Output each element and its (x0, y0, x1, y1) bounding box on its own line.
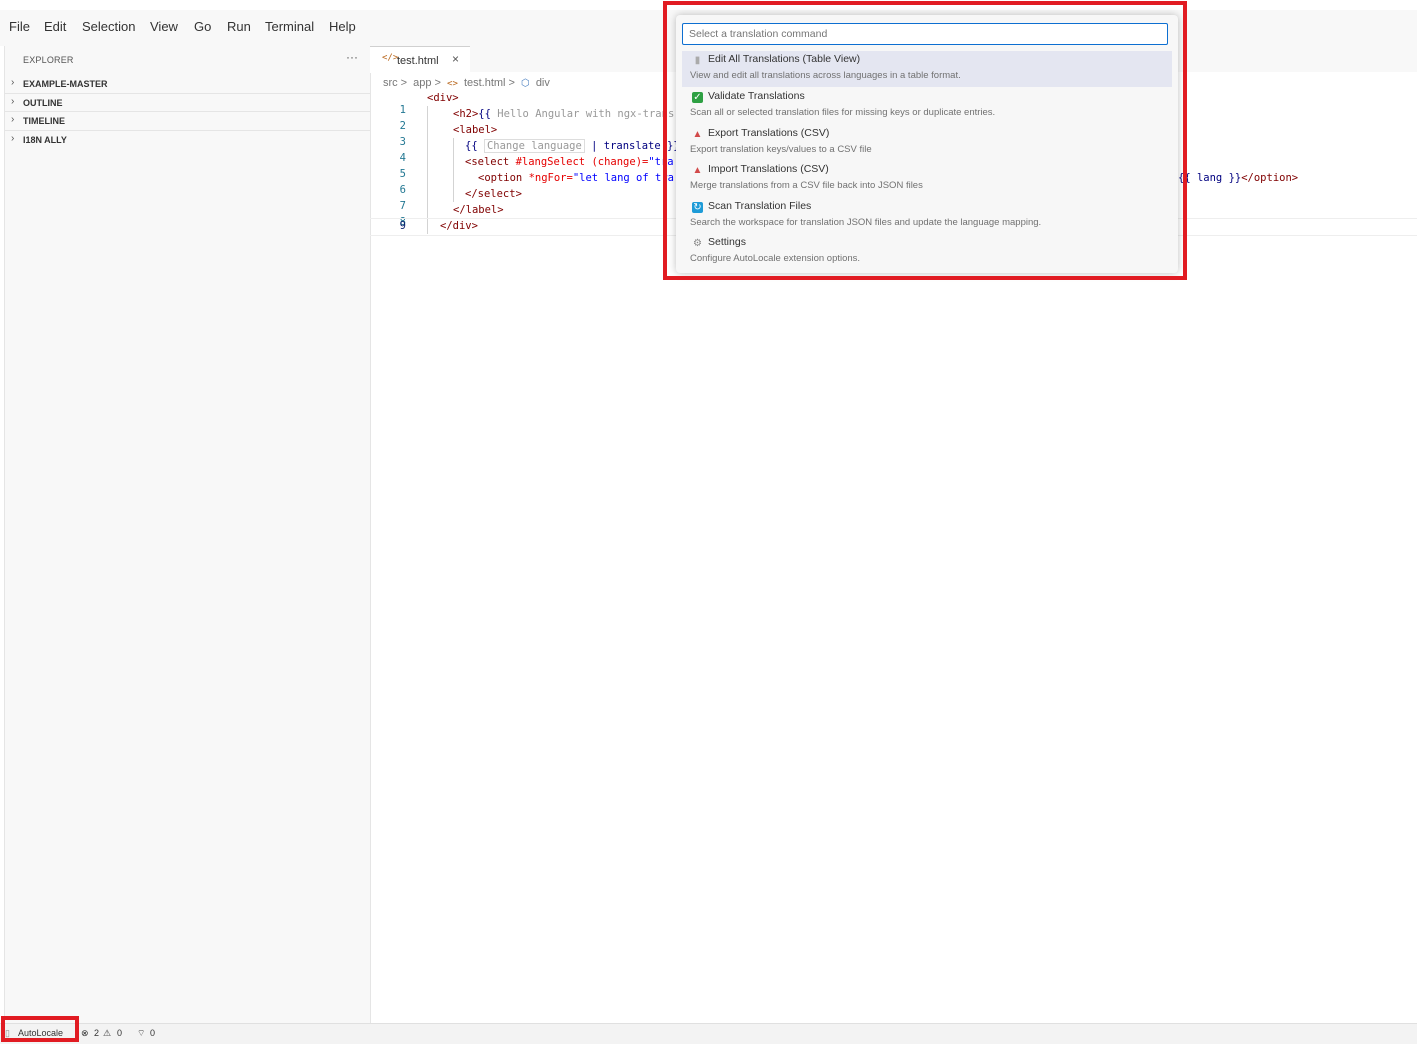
menu-help[interactable]: Help (329, 19, 356, 34)
section-label: I18N ALLY (23, 135, 67, 145)
section-label: OUTLINE (23, 98, 63, 108)
line-content: <label> (453, 124, 498, 136)
line-number: 9 (399, 220, 406, 232)
explorer-sidebar: EXPLORER ··· › EXAMPLE-MASTER › OUTLINE … (4, 46, 371, 1023)
line-content: </select> (465, 188, 522, 200)
breadcrumb-src[interactable]: src (383, 77, 398, 89)
chevron-right-icon: › (11, 77, 15, 88)
line-content: </div> (440, 220, 478, 232)
chevron-right-icon: › (11, 114, 15, 125)
breadcrumb-separator: > (508, 77, 515, 89)
breadcrumb-file[interactable]: test.html (464, 77, 506, 89)
section-example-master[interactable]: › EXAMPLE-MASTER (5, 75, 370, 93)
highlight-box-palette (663, 1, 1187, 280)
symbol-element-icon: ⬡ (521, 78, 530, 89)
menu-go[interactable]: Go (194, 19, 211, 34)
html-file-icon: </> (382, 53, 399, 63)
menu-edit[interactable]: Edit (44, 19, 66, 34)
menu-file[interactable]: File (9, 19, 30, 34)
line-content: </label> (453, 204, 504, 216)
line-content: <option *ngFor="let lang of tra (478, 172, 674, 184)
section-label: TIMELINE (23, 116, 65, 126)
tab-test-html[interactable]: </> test.html × (370, 46, 470, 73)
section-timeline[interactable]: › TIMELINE (5, 111, 370, 130)
breadcrumb-app[interactable]: app (413, 77, 431, 89)
warning-count[interactable]: 0 (117, 1028, 122, 1038)
chevron-right-icon: › (11, 133, 15, 144)
menu-selection[interactable]: Selection (82, 19, 135, 34)
line-content: <h2>{{ Hello Angular with ngx-trans (453, 108, 675, 120)
status-bar: ▯ AutoLocale ⊗ 2 ⚠ 0 ⌔ 0 (0, 1023, 1417, 1044)
warning-icon[interactable]: ⚠ (103, 1028, 111, 1039)
section-i18n-ally[interactable]: › I18N ALLY (5, 130, 370, 149)
more-actions-icon[interactable]: ··· (346, 50, 358, 64)
menu-run[interactable]: Run (227, 19, 251, 34)
section-label: EXAMPLE-MASTER (23, 79, 108, 89)
line-content: <select #langSelect (change)="tra (465, 156, 674, 168)
menu-terminal[interactable]: Terminal (265, 19, 314, 34)
error-icon[interactable]: ⊗ (81, 1028, 89, 1039)
highlight-box-autolocale (1, 1016, 79, 1042)
breadcrumb-separator: > (434, 77, 441, 89)
menu-view[interactable]: View (150, 19, 178, 34)
error-count[interactable]: 2 (94, 1028, 99, 1038)
line-content: <div> (427, 92, 459, 104)
line-content: {{ Change language | translate }} (465, 139, 680, 153)
section-outline[interactable]: › OUTLINE (5, 93, 370, 112)
close-icon[interactable]: × (452, 52, 459, 66)
line-content-tail: {{ lang }}</option> (1178, 172, 1299, 184)
ports-count[interactable]: 0 (150, 1028, 155, 1038)
tab-label: test.html (397, 55, 439, 67)
chevron-right-icon: › (11, 96, 15, 107)
explorer-title: EXPLORER (23, 55, 74, 65)
breadcrumb-symbol[interactable]: div (536, 77, 550, 89)
breadcrumb-separator: > (400, 77, 408, 89)
html-file-icon: <> (447, 79, 458, 89)
breadcrumb: src > app > <> test.html > ⬡ div (383, 77, 553, 89)
ports-icon[interactable]: ⌔ (137, 1028, 145, 1039)
